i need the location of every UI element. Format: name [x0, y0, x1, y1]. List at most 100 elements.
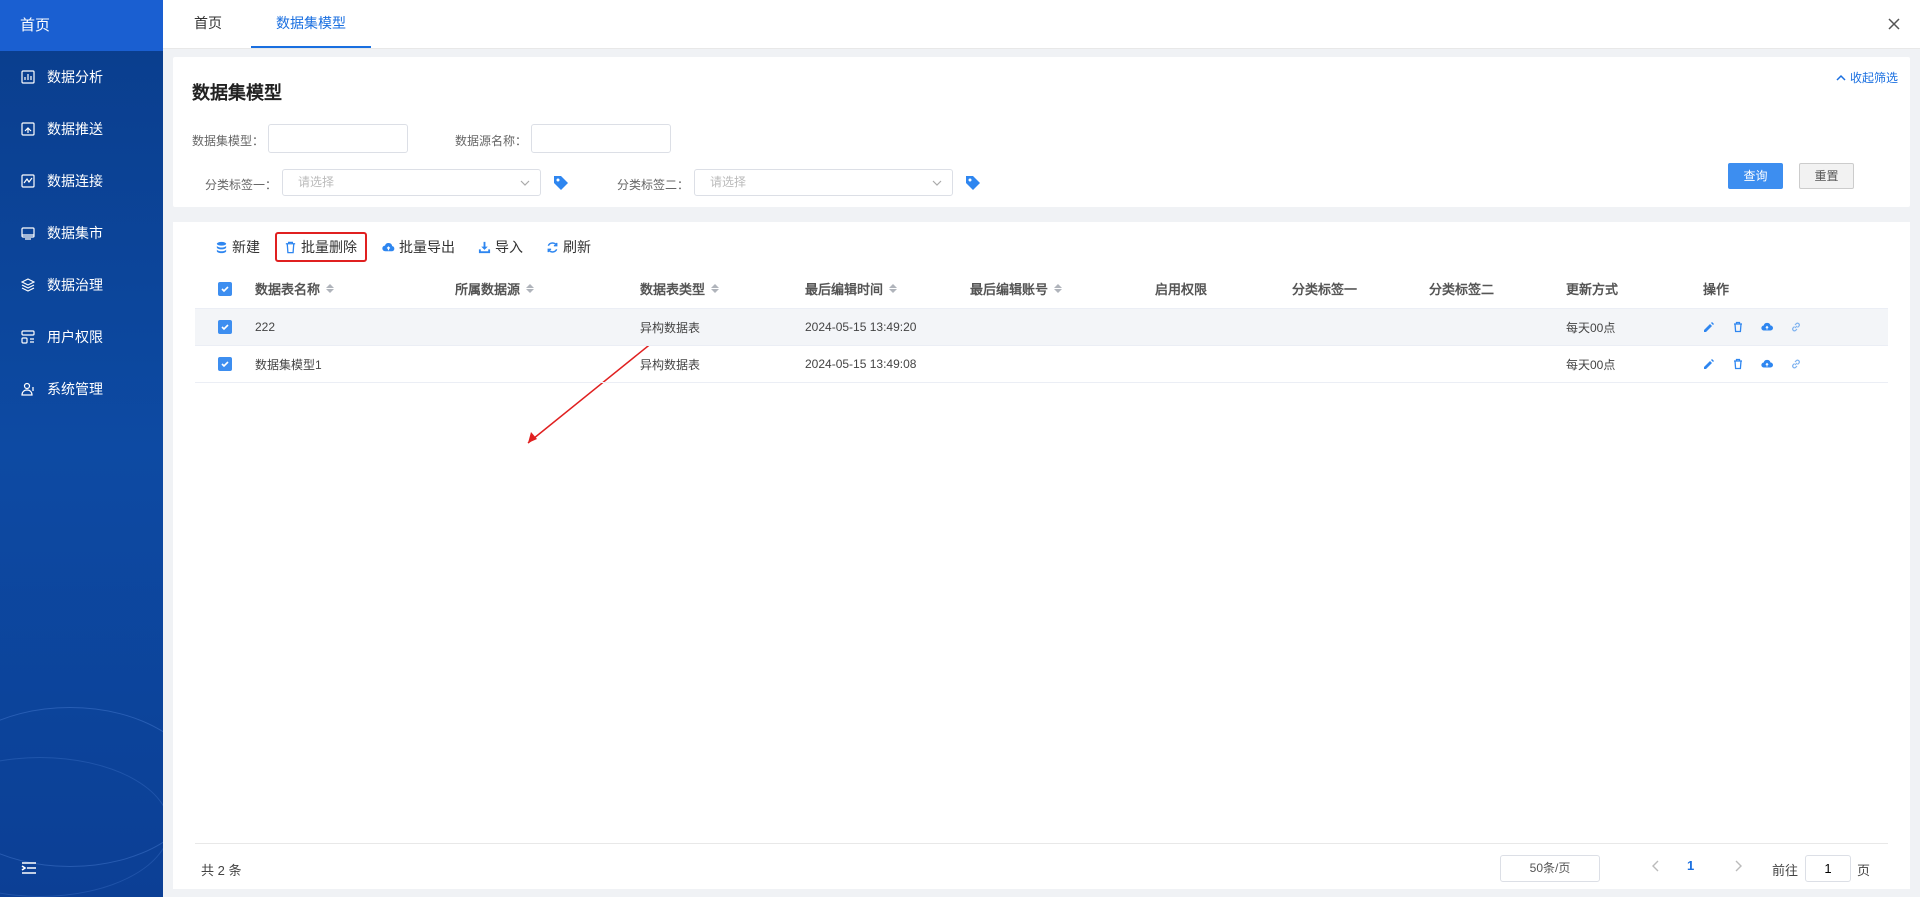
trash-icon — [285, 241, 296, 253]
collapse-filter-label: 收起筛选 — [1849, 71, 1898, 85]
datasource-name-input[interactable] — [531, 124, 671, 153]
import-button[interactable]: 导入 — [478, 233, 523, 261]
cell-ops — [1703, 309, 1863, 345]
batch-export-label: 批量导出 — [399, 239, 455, 255]
cell-type: 异构数据表 — [640, 320, 701, 335]
query-button[interactable]: 查询 — [1728, 163, 1783, 189]
sort-icon[interactable] — [889, 284, 898, 293]
sidebar-item-data-connect[interactable]: 数据连接 — [0, 155, 163, 207]
cell-tag1 — [1292, 309, 1429, 345]
filter-panel: 数据集模型 收起筛选 数据集模型： 数据源名称： 分类标签一： 请选择 分类标签… — [173, 57, 1910, 207]
link-icon[interactable] — [1790, 358, 1802, 370]
sidebar-item-system-management[interactable]: 系统管理 — [0, 363, 163, 415]
tag-icon[interactable] — [964, 174, 982, 192]
header-tag2: 分类标签二 — [1429, 282, 1495, 297]
chevron-right-icon[interactable] — [1732, 859, 1744, 873]
reset-button[interactable]: 重置 — [1799, 163, 1854, 189]
delete-icon[interactable] — [1732, 321, 1744, 333]
delete-icon[interactable] — [1732, 358, 1744, 370]
header-type[interactable]: 数据表类型 — [640, 269, 805, 308]
tab-home[interactable]: 首页 — [183, 0, 233, 48]
sidebar-home[interactable]: 首页 — [0, 0, 163, 51]
tag1-placeholder: 请选择 — [298, 175, 335, 189]
cloud-upload-icon[interactable] — [1761, 358, 1773, 370]
header-name[interactable]: 数据表名称 — [255, 269, 455, 308]
select-all-checkbox[interactable] — [218, 281, 232, 296]
row-checkbox[interactable] — [218, 320, 232, 334]
cell-update: 每天00点 — [1566, 357, 1616, 372]
header-time[interactable]: 最后编辑时间 — [805, 269, 970, 308]
sort-icon[interactable] — [326, 284, 335, 293]
cell-name: 数据集模型1 — [255, 357, 322, 372]
tab-dataset-model[interactable]: 数据集模型 — [251, 0, 371, 48]
sidebar-item-data-governance[interactable]: 数据治理 — [0, 259, 163, 311]
collapse-filter-link[interactable]: 收起筛选 — [1836, 69, 1898, 86]
batch-delete-button[interactable]: 批量删除 — [275, 232, 367, 262]
sidebar-item-data-push[interactable]: 数据推送 — [0, 103, 163, 155]
goto-page-input[interactable] — [1805, 855, 1851, 882]
sidebar-item-user-permission[interactable]: 用户权限 — [0, 311, 163, 363]
table-row[interactable]: 222 异构数据表 2024-05-15 13:49:20 每天00点 — [195, 309, 1888, 346]
tag2-select[interactable]: 请选择 — [694, 169, 953, 196]
goto-label: 前往 — [1772, 863, 1799, 878]
sort-icon[interactable] — [1054, 284, 1063, 293]
cell-name: 222 — [255, 320, 276, 334]
header-permission: 启用权限 — [1155, 282, 1208, 297]
chevron-up-icon — [1836, 74, 1846, 81]
pagination-footer: 共 2 条 50条/页 1 前往 页 — [195, 843, 1888, 889]
dataset-model-input[interactable] — [268, 124, 408, 153]
table-header: 数据表名称 所属数据源 数据表类型 最后编辑时间 最后编辑账号 启用权限 分类标… — [195, 269, 1888, 309]
cloud-upload-icon — [382, 242, 395, 251]
cell-ops — [1703, 346, 1863, 382]
header-source[interactable]: 所属数据源 — [455, 269, 640, 308]
chart-icon — [20, 69, 36, 85]
chevron-left-icon[interactable] — [1650, 859, 1662, 873]
menu-collapse-icon[interactable] — [20, 859, 38, 877]
cell-account — [970, 309, 1155, 345]
sort-icon[interactable] — [711, 284, 720, 293]
close-icon[interactable] — [1886, 16, 1902, 32]
refresh-icon — [547, 241, 558, 253]
tag-icon[interactable] — [552, 174, 570, 192]
cell-permission — [1155, 346, 1292, 382]
page-size-select[interactable]: 50条/页 — [1500, 855, 1600, 882]
header-label: 最后编辑账号 — [970, 282, 1049, 297]
header-tag1: 分类标签一 — [1292, 282, 1358, 297]
header-account[interactable]: 最后编辑账号 — [970, 269, 1155, 308]
import-label: 导入 — [495, 239, 523, 255]
sidebar-item-label: 用户权限 — [47, 329, 103, 345]
page-number[interactable]: 1 — [1687, 858, 1694, 873]
cloud-upload-icon[interactable] — [1761, 321, 1773, 333]
chevron-down-icon — [520, 180, 530, 186]
tag2-placeholder: 请选择 — [710, 175, 747, 189]
push-icon — [20, 121, 36, 137]
cell-time: 2024-05-15 13:49:08 — [805, 357, 917, 371]
edit-icon[interactable] — [1703, 321, 1715, 333]
sidebar-item-label: 系统管理 — [47, 381, 103, 397]
system-user-icon — [20, 381, 36, 397]
row-checkbox[interactable] — [218, 357, 232, 371]
sidebar-item-label: 数据集市 — [47, 225, 103, 241]
sidebar-item-label: 数据连接 — [47, 173, 103, 189]
cell-update: 每天00点 — [1566, 320, 1616, 335]
monitor-icon — [20, 225, 36, 241]
sidebar: 首页 数据分析 数据推送 数据连接 数据集市 数据治理 用户权限 系统管理 — [0, 0, 163, 897]
table-panel: 新建 批量删除 批量导出 导入 刷新 数据表名称 所属数据源 数据表类型 最后编… — [173, 222, 1910, 889]
edit-icon[interactable] — [1703, 358, 1715, 370]
batch-export-button[interactable]: 批量导出 — [382, 233, 455, 261]
sidebar-item-data-market[interactable]: 数据集市 — [0, 207, 163, 259]
chevron-down-icon — [932, 180, 942, 186]
database-icon — [216, 241, 227, 253]
sort-icon[interactable] — [526, 284, 535, 293]
tag1-select[interactable]: 请选择 — [282, 169, 541, 196]
link-icon[interactable] — [1790, 321, 1802, 333]
sidebar-item-label: 数据治理 — [47, 277, 103, 293]
header-update: 更新方式 — [1566, 282, 1619, 297]
batch-delete-label: 批量删除 — [301, 239, 357, 255]
cell-tag1 — [1292, 346, 1429, 382]
table-row[interactable]: 数据集模型1 异构数据表 2024-05-15 13:49:08 每天00点 — [195, 346, 1888, 383]
new-button[interactable]: 新建 — [215, 233, 260, 261]
refresh-button[interactable]: 刷新 — [546, 233, 591, 261]
sidebar-item-data-analysis[interactable]: 数据分析 — [0, 51, 163, 103]
cell-tag2 — [1429, 346, 1566, 382]
